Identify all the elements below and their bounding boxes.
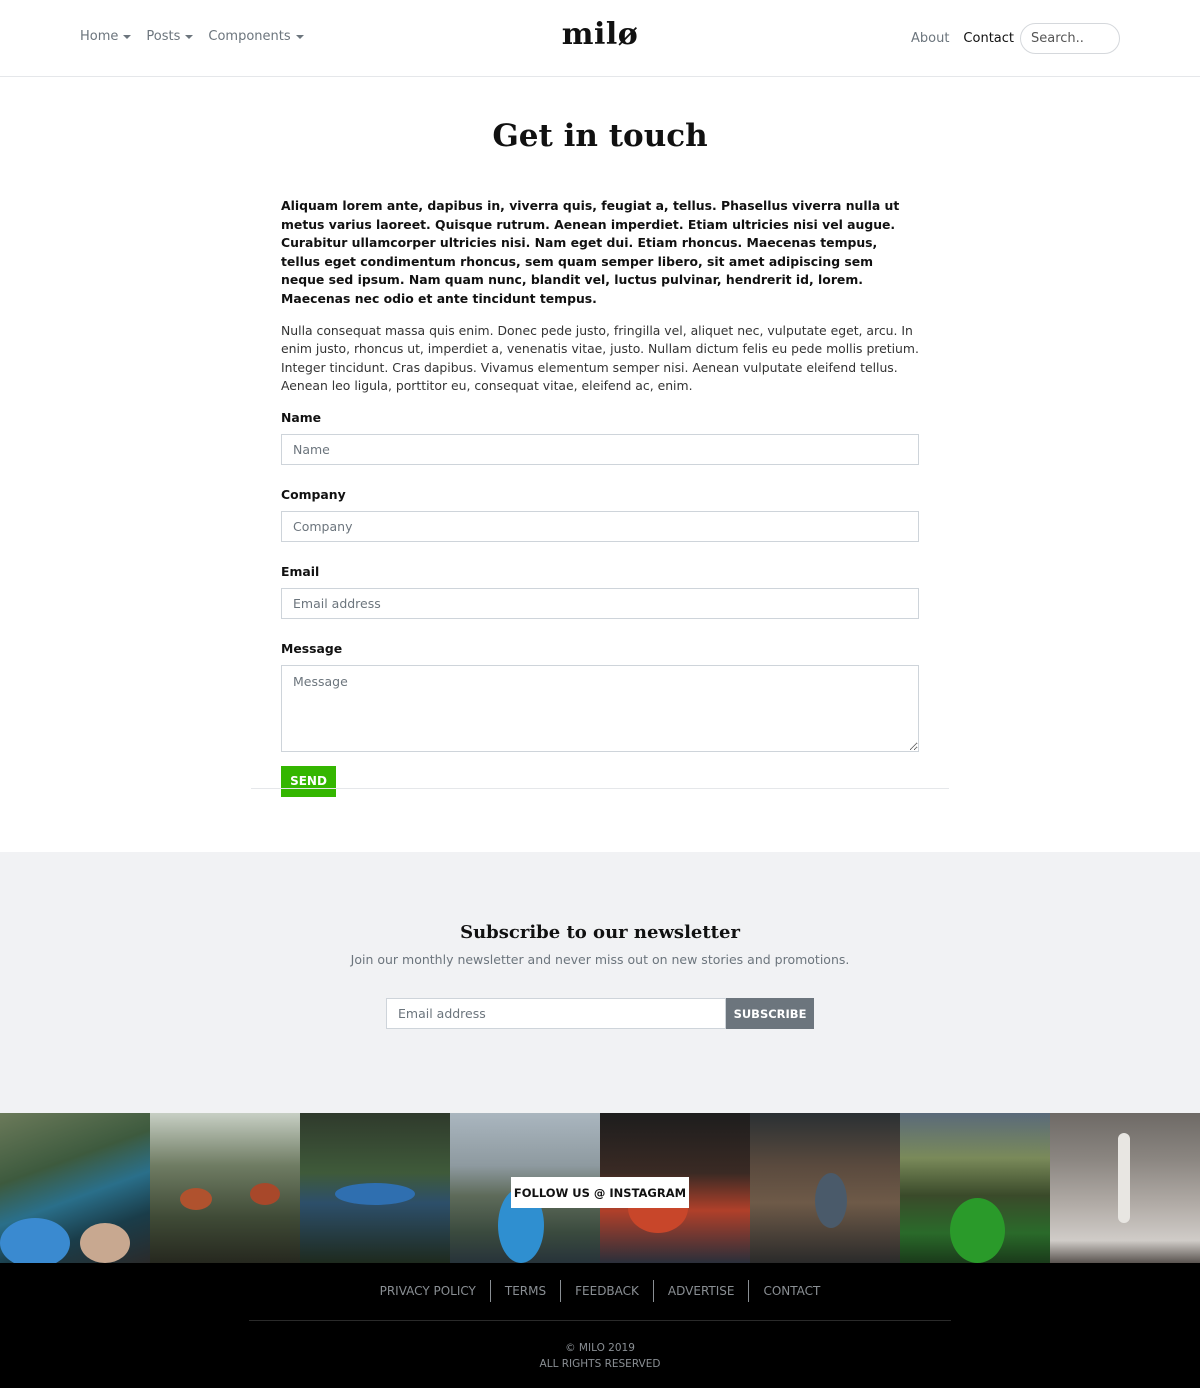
lead-paragraph: Aliquam lorem ante, dapibus in, viverra … xyxy=(281,198,900,306)
footer-link-advertise[interactable]: ADVERTISE xyxy=(654,1280,750,1302)
send-button[interactable]: SEND xyxy=(281,765,336,797)
company-label: Company xyxy=(281,486,346,502)
body-paragraph: Nulla consequat massa quis enim. Donec p… xyxy=(281,322,919,394)
photo-detail xyxy=(335,1183,415,1205)
newsletter-section: Subscribe to our newsletter Join our mon… xyxy=(0,852,1200,1113)
newsletter-email-input[interactable] xyxy=(386,998,726,1029)
photo-detail xyxy=(180,1188,212,1210)
instagram-photo[interactable] xyxy=(750,1113,900,1263)
instagram-follow-button[interactable]: FOLLOW US @ INSTAGRAM xyxy=(511,1177,689,1208)
newsletter-subtitle: Join our monthly newsletter and never mi… xyxy=(350,952,850,967)
nav-item-contact[interactable]: Contact xyxy=(963,31,1014,46)
company-field[interactable] xyxy=(281,510,919,542)
footer: PRIVACY POLICY TERMS FEEDBACK ADVERTISE … xyxy=(0,1263,1200,1388)
contact-form: Name Company Email Message SEND xyxy=(281,410,919,797)
copyright: © MILO 2019 ALL RIGHTS RESERVED xyxy=(0,1340,1200,1372)
footer-divider xyxy=(249,1320,951,1321)
instagram-photo[interactable] xyxy=(150,1113,300,1263)
footer-links: PRIVACY POLICY TERMS FEEDBACK ADVERTISE … xyxy=(0,1280,1200,1302)
name-label: Name xyxy=(281,409,322,425)
footer-link-feedback[interactable]: FEEDBACK xyxy=(561,1280,654,1302)
email-field[interactable] xyxy=(281,587,919,619)
instagram-photo[interactable] xyxy=(900,1113,1050,1263)
photo-detail xyxy=(1118,1133,1130,1223)
photo-detail xyxy=(0,1218,70,1263)
subscribe-button[interactable]: SUBSCRIBE xyxy=(726,998,814,1029)
newsletter-title: Subscribe to our newsletter xyxy=(460,922,740,943)
message-field[interactable] xyxy=(281,664,919,752)
footer-link-contact[interactable]: CONTACT xyxy=(749,1280,834,1302)
search-input[interactable] xyxy=(1020,23,1120,54)
footer-link-terms[interactable]: TERMS xyxy=(491,1280,562,1302)
contact-section: Aliquam lorem ante, dapibus in, viverra … xyxy=(281,197,919,797)
photo-detail xyxy=(815,1173,847,1228)
name-field[interactable] xyxy=(281,433,919,465)
instagram-photo[interactable] xyxy=(0,1113,150,1263)
nav-menu-right: About Contact xyxy=(911,23,1120,54)
message-label: Message xyxy=(281,640,343,656)
footer-link-privacy[interactable]: PRIVACY POLICY xyxy=(366,1280,491,1302)
photo-detail xyxy=(950,1198,1005,1263)
email-label: Email xyxy=(281,563,320,579)
section-divider xyxy=(251,788,949,789)
instagram-photo[interactable] xyxy=(300,1113,450,1263)
nav-item-about[interactable]: About xyxy=(911,31,949,46)
rights-text: ALL RIGHTS RESERVED xyxy=(539,1358,661,1370)
photo-detail xyxy=(250,1183,280,1205)
navbar: Home Posts Components milø About Contact xyxy=(0,0,1200,77)
newsletter-form: SUBSCRIBE xyxy=(386,998,814,1029)
instagram-photo[interactable] xyxy=(1050,1113,1200,1263)
page-title: Get in touch xyxy=(492,118,708,154)
photo-detail xyxy=(80,1223,130,1263)
copyright-text: © MILO 2019 xyxy=(565,1342,635,1354)
